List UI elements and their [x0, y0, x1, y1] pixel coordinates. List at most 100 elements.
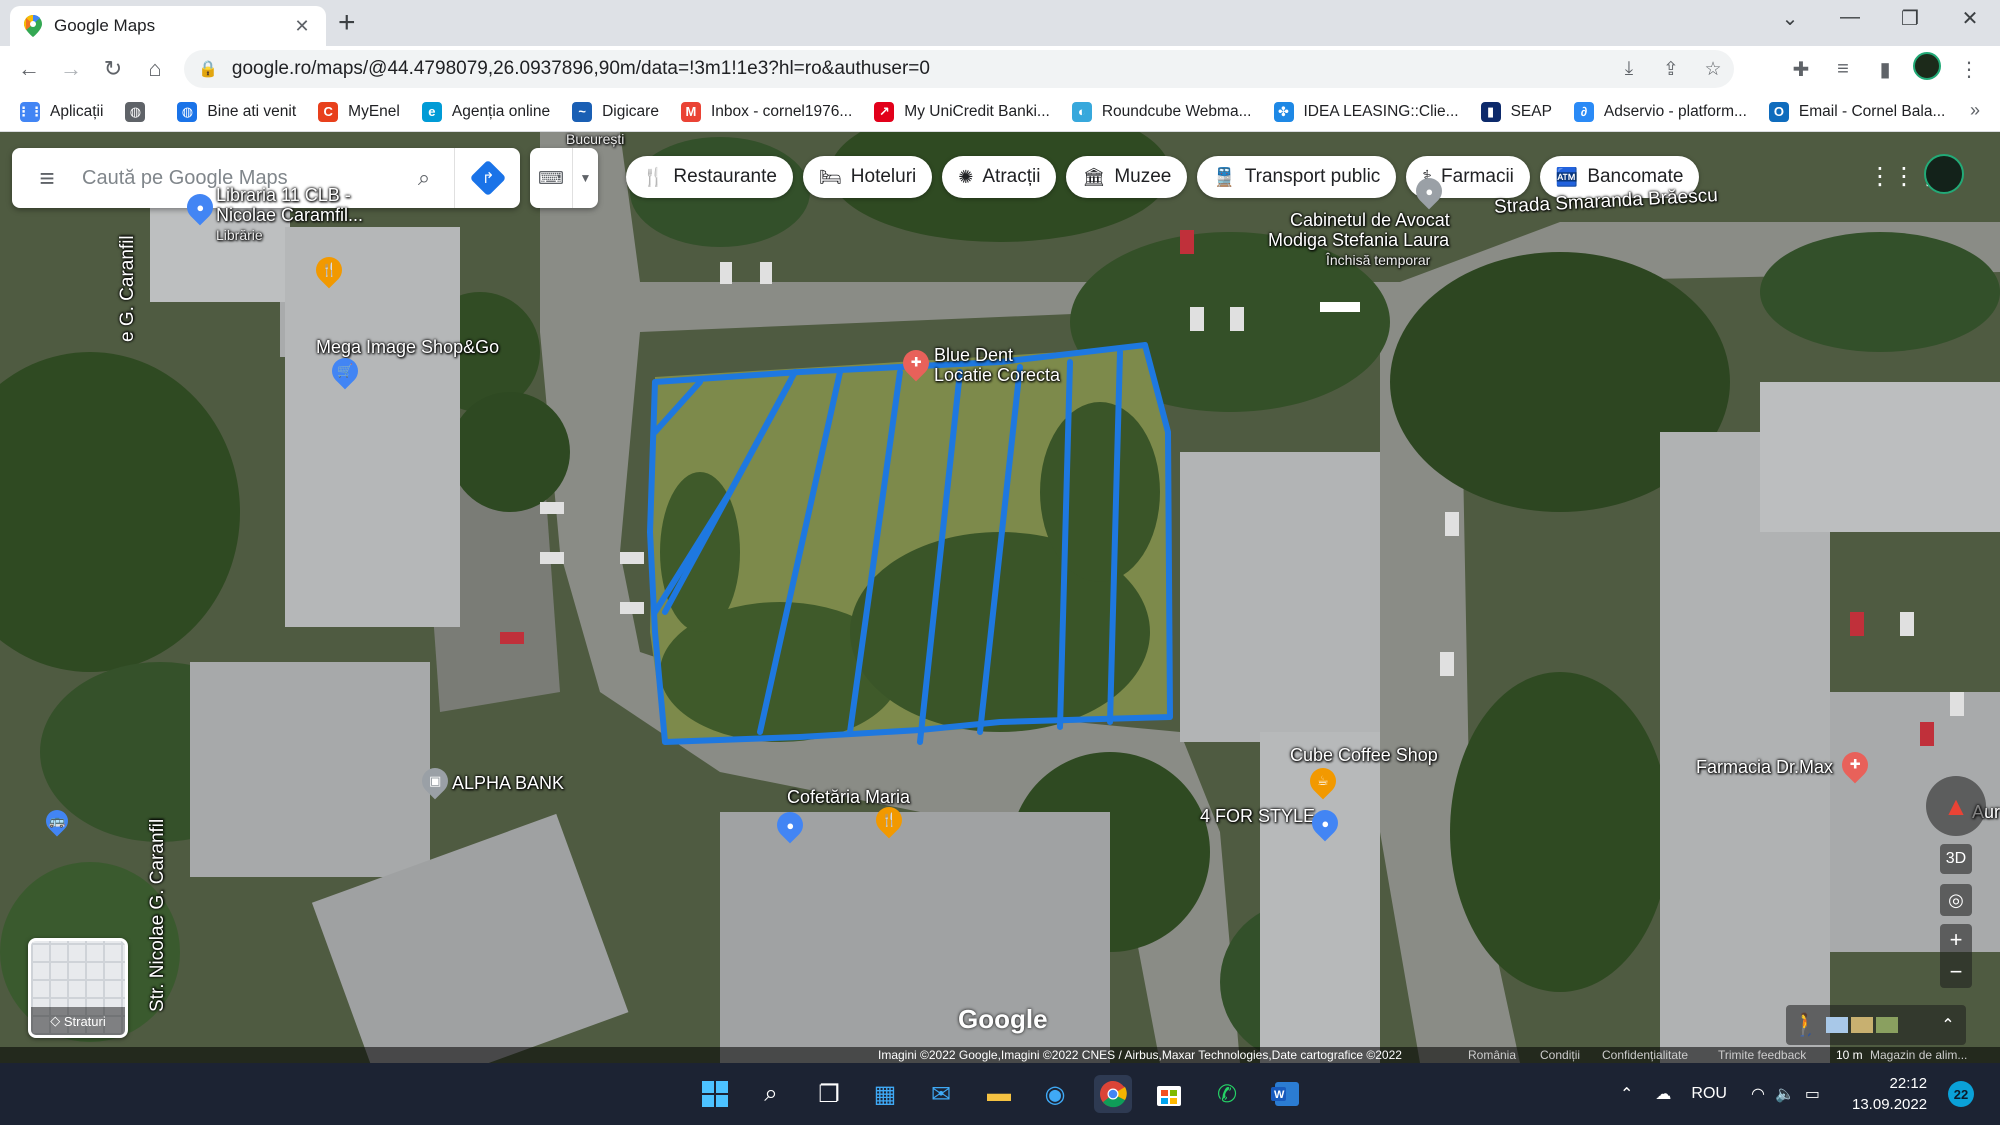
taskbar-clock[interactable]: 22:12 13.09.2022 — [1852, 1073, 1927, 1115]
zoom-out-button[interactable]: − — [1940, 956, 1972, 988]
chip-atrac-ii[interactable]: ✺ Atracții — [942, 156, 1057, 198]
tab-search-icon[interactable]: ⌄ — [1760, 6, 1820, 31]
install-app-icon[interactable]: ⤓ — [1608, 58, 1650, 80]
chrome-icon[interactable] — [1094, 1075, 1132, 1113]
bookmark-item[interactable]: ▮ SEAP — [1480, 101, 1552, 122]
wifi-icon[interactable]: ◠ — [1751, 1084, 1765, 1104]
directions-button[interactable]: ↱ — [454, 148, 520, 208]
tab-google-maps[interactable]: Google Maps ✕ — [10, 6, 326, 46]
label-alpha-bank[interactable]: ALPHA BANK — [452, 773, 564, 793]
satellite-imagery[interactable] — [0, 132, 2000, 1063]
label-magazin[interactable]: Magazin de alim... — [1870, 1048, 1967, 1062]
label-farmacia[interactable]: Farmacia Dr.Max — [1696, 757, 1833, 777]
extensions-icon[interactable]: ✚ — [1780, 57, 1822, 82]
label-libraria-2[interactable]: Nicolae Caramfil... — [216, 205, 363, 225]
onedrive-icon[interactable]: ☁ — [1655, 1084, 1671, 1104]
restore-button[interactable]: ❐ — [1880, 6, 1940, 31]
label-cofetaria[interactable]: Cofetăria Maria — [787, 787, 910, 807]
bookmark-item[interactable]: ↗ My UniCredit Banki... — [874, 101, 1050, 122]
reload-button[interactable]: ↻ — [92, 56, 134, 82]
share-icon[interactable]: ⇪ — [1650, 58, 1692, 81]
chip-muzee[interactable]: 🏛 Muzee — [1066, 156, 1188, 198]
bookmark-item[interactable]: ~ Digicare — [572, 101, 659, 122]
notification-badge[interactable]: 22 — [1948, 1081, 1974, 1107]
bus-icon: 🚆 — [1213, 166, 1236, 187]
scale-bar[interactable]: 10 m — [1836, 1048, 1863, 1062]
bookmarks-overflow-icon[interactable]: » — [1970, 100, 1980, 121]
label-cabinet[interactable]: Cabinetul de Avocat — [1290, 210, 1450, 230]
label-cube-coffee[interactable]: Cube Coffee Shop — [1290, 745, 1438, 765]
volume-icon[interactable]: 🔈 — [1775, 1084, 1795, 1104]
search-icon[interactable]: ⌕ — [394, 165, 454, 191]
store-icon[interactable]: ▦ — [866, 1075, 904, 1113]
bookmark-item[interactable]: O Email - Cornel Bala... — [1768, 101, 1945, 122]
url-text[interactable]: google.ro/maps/@44.4798079,26.0937896,90… — [232, 58, 930, 80]
bookmark-item[interactable]: C MyEnel — [318, 101, 400, 122]
lock-icon[interactable]: 🔒 — [198, 59, 218, 79]
back-button[interactable]: ← — [8, 56, 50, 82]
zoom-in-button[interactable]: + — [1940, 924, 1972, 956]
bookmark-item[interactable]: ◐ Roundcube Webma... — [1071, 101, 1252, 122]
file-explorer-icon[interactable]: ▬ — [980, 1075, 1018, 1113]
task-view-icon[interactable]: ❐ — [810, 1075, 848, 1113]
label-blue-dent[interactable]: Blue Dent — [934, 345, 1013, 365]
profile-avatar[interactable] — [1906, 52, 1948, 86]
imagery-thumb-1[interactable] — [1826, 1017, 1848, 1033]
bookmark-item[interactable]: ✤ IDEA LEASING::Clie... — [1273, 101, 1459, 122]
chevron-down-icon[interactable]: ▼ — [572, 148, 598, 208]
my-location-icon[interactable]: ◎ — [1940, 884, 1972, 916]
bookmark-item[interactable]: e Agenția online — [421, 101, 550, 122]
bookmark-item[interactable]: ◍ Bine ati venit — [177, 101, 296, 122]
mail-icon[interactable]: ✉ — [922, 1075, 960, 1113]
privacy-link[interactable]: Confidențialitate — [1602, 1048, 1688, 1062]
menu-hamburger-icon[interactable]: ≡ — [12, 163, 82, 194]
bookmark-item[interactable]: ⋮⋮ Aplicații — [17, 101, 103, 122]
bookmark-item[interactable]: M Inbox - cornel1976... — [680, 101, 852, 122]
pegman-icon[interactable]: 🚶 — [1786, 1012, 1826, 1038]
more-menu-icon[interactable]: ⋮ — [1948, 57, 1990, 82]
chip-restaurante[interactable]: 🍴 Restaurante — [626, 156, 793, 198]
bookmark-star-icon[interactable]: ☆ — [1692, 58, 1734, 81]
chip-hoteluri[interactable]: 🛏 Hoteluri — [802, 156, 933, 198]
bookmark-item[interactable]: ◍ — [125, 101, 155, 122]
minimize-button[interactable]: — — [1820, 6, 1880, 29]
map-satellite-view[interactable]: ≡ Caută pe Google Maps ⌕ ↱ ⌨ ▼ 🍴 Restaura… — [0, 132, 2000, 1063]
home-button[interactable]: ⌂ — [134, 56, 176, 82]
address-bar[interactable]: 🔒 google.ro/maps/@44.4798079,26.0937896,… — [184, 50, 1734, 88]
reading-list-icon[interactable]: ≡ — [1822, 58, 1864, 81]
country-link[interactable]: România — [1468, 1048, 1516, 1062]
language-indicator[interactable]: ROU — [1691, 1085, 1727, 1103]
label-mega-image[interactable]: Mega Image Shop&Go — [316, 337, 499, 357]
account-avatar[interactable] — [1924, 154, 1964, 194]
layers-toggle[interactable]: ◇ Straturi — [28, 938, 128, 1038]
compass-icon[interactable]: ▲ — [1926, 776, 1986, 836]
tray-chevron-up-icon[interactable]: ⌃ — [1620, 1084, 1633, 1104]
label-cabinet-2[interactable]: Modiga Stefania Laura — [1268, 230, 1449, 250]
taskbar-search-icon[interactable]: ⌕ — [752, 1075, 790, 1113]
start-windows-icon[interactable] — [696, 1075, 734, 1113]
label-4-for-style[interactable]: 4 FOR STYLE — [1200, 806, 1315, 826]
forward-button[interactable]: → — [50, 56, 92, 82]
expand-up-icon[interactable]: ⌃ — [1930, 1015, 1966, 1035]
label-libraria[interactable]: Libraria 11 CLB - — [216, 185, 351, 205]
whatsapp-icon[interactable]: ✆ — [1208, 1075, 1246, 1113]
windows-store-icon[interactable] — [1150, 1075, 1188, 1113]
new-tab-button[interactable]: + — [338, 8, 356, 38]
imagery-thumb-2[interactable] — [1851, 1017, 1873, 1033]
close-window-button[interactable]: ✕ — [1940, 6, 2000, 31]
battery-icon[interactable]: ▭ — [1805, 1084, 1820, 1104]
feedback-link[interactable]: Trimite feedback — [1718, 1048, 1806, 1062]
teams-chat-icon[interactable]: ◉ — [1036, 1075, 1074, 1113]
side-panel-icon[interactable]: ▮ — [1864, 57, 1906, 82]
3d-toggle[interactable]: 3D — [1940, 844, 1972, 874]
label-bucuresti[interactable]: București — [566, 132, 624, 149]
bookmark-item[interactable]: ∂ Adservio - platform... — [1573, 101, 1747, 122]
label-blue-dent-2[interactable]: Locatie Corecta — [934, 365, 1060, 385]
chip-transport-public[interactable]: 🚆 Transport public — [1197, 156, 1397, 198]
input-tools-button[interactable]: ⌨ ▼ — [530, 148, 598, 208]
keyboard-icon[interactable]: ⌨ — [530, 168, 572, 189]
close-tab-icon[interactable]: ✕ — [292, 16, 312, 37]
word-icon[interactable]: W — [1266, 1075, 1304, 1113]
imagery-thumb-3[interactable] — [1876, 1017, 1898, 1033]
terms-link[interactable]: Condiții — [1540, 1048, 1580, 1062]
